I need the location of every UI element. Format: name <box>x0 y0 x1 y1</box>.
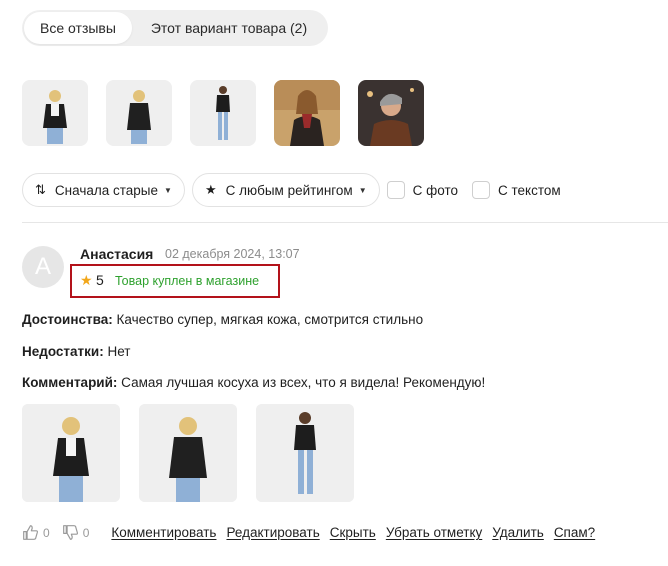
review-cons: Недостатки: Нет <box>22 343 130 361</box>
like-count: 0 <box>43 525 50 540</box>
woman-back-view-photo-icon <box>139 404 237 502</box>
with-text-checkbox[interactable]: С текстом <box>472 181 561 199</box>
rating-filter-label: С любым рейтингом <box>225 182 353 198</box>
review-date: 02 декабря 2024, 13:07 <box>165 247 300 261</box>
remove-mark-link[interactable]: Убрать отметку <box>386 525 482 540</box>
thumbs-up-icon <box>23 525 38 540</box>
review-filters: ⇅ Сначала старые ▼ ★ С любым рейтингом ▼… <box>22 173 575 207</box>
gallery-thumb-3[interactable] <box>190 80 256 146</box>
woman-leather-jacket-photo-icon <box>22 80 88 146</box>
spam-link[interactable]: Спам? <box>554 525 595 540</box>
chevron-down-icon: ▼ <box>358 185 367 195</box>
woman-portrait-photo-icon <box>358 80 424 146</box>
rating-star-icon: ★ <box>80 272 93 288</box>
like-button[interactable]: 0 <box>22 524 50 541</box>
dislike-button[interactable]: 0 <box>62 524 90 541</box>
review-photo-3[interactable] <box>256 404 354 502</box>
sort-icon: ⇅ <box>35 182 46 197</box>
thumbs-down-icon <box>62 525 78 540</box>
woman-leather-jacket-photo-icon <box>22 404 120 502</box>
woman-back-view-photo-icon <box>106 80 172 146</box>
sort-label: Сначала старые <box>54 182 159 198</box>
cons-text: Нет <box>107 344 131 359</box>
with-text-label: С текстом <box>498 182 561 198</box>
hide-link[interactable]: Скрыть <box>330 525 376 540</box>
gallery-thumb-5[interactable] <box>358 80 424 146</box>
comment-label: Комментарий: <box>22 375 118 390</box>
dislike-count: 0 <box>82 525 90 540</box>
comment-text: Самая лучшая косуха из всех, что я видел… <box>121 375 486 390</box>
gallery-thumb-1[interactable] <box>22 80 88 146</box>
tab-all-reviews[interactable]: Все отзывы <box>24 12 132 44</box>
purchase-badge: Товар куплен в магазине <box>115 274 260 288</box>
chevron-down-icon: ▼ <box>164 185 172 195</box>
divider <box>22 222 668 223</box>
tab-this-variant[interactable]: Этот вариант товара (2) <box>132 12 326 44</box>
checkbox-box[interactable] <box>386 181 405 199</box>
pros-text: Качество супер, мягкая кожа, смотрится с… <box>116 312 424 327</box>
review-actions: 0 0 Комментировать Редактировать Скрыть … <box>22 524 605 541</box>
sort-dropdown[interactable]: ⇅ Сначала старые ▼ <box>22 173 185 207</box>
review-photo-2[interactable] <box>139 404 237 502</box>
gallery-thumb-2[interactable] <box>106 80 172 146</box>
woman-full-length-photo-icon <box>256 404 354 502</box>
review-photos <box>22 404 354 502</box>
cons-label: Недостатки: <box>22 344 104 359</box>
with-photo-checkbox[interactable]: С фото <box>386 181 458 199</box>
pros-label: Достоинства: <box>22 312 113 327</box>
review-comment: Комментарий: Самая лучшая косуха из всех… <box>22 374 485 392</box>
star-icon: ★ <box>204 182 217 197</box>
woman-full-length-photo-icon <box>190 80 256 146</box>
with-photo-label: С фото <box>412 182 458 198</box>
checkbox-box[interactable] <box>472 181 490 199</box>
review-rating: 5 <box>96 272 104 288</box>
woman-street-photo-icon <box>274 80 340 146</box>
comment-link[interactable]: Комментировать <box>111 525 216 540</box>
rating-dropdown[interactable]: ★ С любым рейтингом ▼ <box>191 173 380 207</box>
review-author: Анастасия <box>80 246 154 262</box>
photo-gallery <box>22 80 424 146</box>
avatar: А <box>22 246 64 288</box>
review-tabs: Все отзывы Этот вариант товара (2) <box>22 10 328 46</box>
gallery-thumb-4[interactable] <box>274 80 340 146</box>
review-pros: Достоинства: Качество супер, мягкая кожа… <box>22 311 423 329</box>
edit-link[interactable]: Редактировать <box>226 525 319 540</box>
delete-link[interactable]: Удалить <box>492 525 544 540</box>
review-photo-1[interactable] <box>22 404 120 502</box>
